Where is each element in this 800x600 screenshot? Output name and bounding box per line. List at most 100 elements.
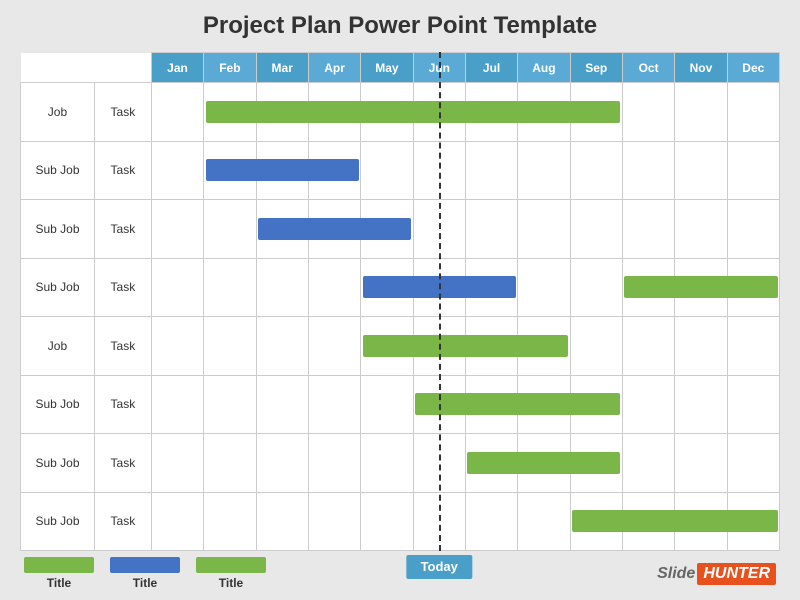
gantt-cell bbox=[256, 375, 308, 434]
task-label: Task bbox=[94, 434, 151, 493]
gantt-cell bbox=[361, 375, 413, 434]
month-header-jan: Jan bbox=[151, 53, 203, 83]
gantt-cell bbox=[727, 141, 779, 200]
month-header-jun: Jun bbox=[413, 53, 465, 83]
gantt-cell bbox=[308, 492, 360, 551]
gantt-cell bbox=[622, 83, 674, 142]
gantt-cell bbox=[675, 200, 727, 259]
legend-label: Title bbox=[219, 576, 243, 590]
gantt-cell bbox=[465, 141, 517, 200]
gantt-bar bbox=[258, 218, 411, 240]
legend-label: Title bbox=[47, 576, 71, 590]
today-box: Today bbox=[407, 555, 472, 579]
gantt-cell bbox=[622, 375, 674, 434]
row-label: Sub Job bbox=[21, 492, 95, 551]
table-row: Sub JobTask bbox=[21, 434, 780, 493]
table-row: Sub JobTask bbox=[21, 375, 780, 434]
gantt-cell bbox=[361, 492, 413, 551]
gantt-cell bbox=[151, 317, 203, 376]
gantt-cell bbox=[518, 200, 570, 259]
month-header-jul: Jul bbox=[465, 53, 517, 83]
gantt-cell bbox=[204, 375, 256, 434]
gantt-cell bbox=[570, 258, 622, 317]
gantt-cell bbox=[518, 141, 570, 200]
row-label: Sub Job bbox=[21, 434, 95, 493]
gantt-cell bbox=[727, 317, 779, 376]
gantt-cell bbox=[675, 83, 727, 142]
month-header-nov: Nov bbox=[675, 53, 727, 83]
gantt-cell bbox=[151, 492, 203, 551]
gantt-cell bbox=[256, 434, 308, 493]
gantt-cell bbox=[727, 434, 779, 493]
branding: Slide HUNTER bbox=[657, 563, 776, 585]
gantt-cell bbox=[308, 375, 360, 434]
gantt-table: JanFebMarAprMayJunJulAugSepOctNovDec Job… bbox=[20, 52, 780, 551]
gantt-cell bbox=[413, 492, 465, 551]
gantt-bar bbox=[624, 276, 777, 298]
gantt-bar bbox=[363, 276, 516, 298]
gantt-cell bbox=[675, 141, 727, 200]
task-label: Task bbox=[94, 258, 151, 317]
gantt-cell bbox=[675, 375, 727, 434]
gantt-cell bbox=[570, 200, 622, 259]
gantt-cell bbox=[727, 375, 779, 434]
gantt-cell bbox=[570, 317, 622, 376]
gantt-bar bbox=[363, 335, 568, 357]
branding-hunter: HUNTER bbox=[697, 563, 776, 585]
gantt-cell bbox=[518, 258, 570, 317]
gantt-cell bbox=[622, 200, 674, 259]
gantt-cell bbox=[727, 83, 779, 142]
row-label: Job bbox=[21, 83, 95, 142]
legend-label: Title bbox=[133, 576, 157, 590]
legend: Title Title Title bbox=[24, 557, 266, 590]
gantt-cell bbox=[675, 434, 727, 493]
gantt-cell bbox=[204, 492, 256, 551]
legend-bar bbox=[196, 557, 266, 573]
gantt-cell bbox=[308, 258, 360, 317]
gantt-cell bbox=[465, 200, 517, 259]
gantt-cell bbox=[204, 317, 256, 376]
gantt-cell bbox=[151, 200, 203, 259]
gantt-cell bbox=[413, 200, 465, 259]
gantt-cell bbox=[413, 141, 465, 200]
month-header-feb: Feb bbox=[204, 53, 256, 83]
month-header-aug: Aug bbox=[518, 53, 570, 83]
gantt-cell bbox=[204, 200, 256, 259]
row-label: Sub Job bbox=[21, 375, 95, 434]
gantt-cell bbox=[622, 141, 674, 200]
gantt-cell bbox=[675, 317, 727, 376]
gantt-cell bbox=[727, 200, 779, 259]
gantt-cell bbox=[622, 434, 674, 493]
gantt-cell bbox=[308, 434, 360, 493]
page-title: Project Plan Power Point Template bbox=[203, 12, 597, 40]
gantt-cell bbox=[151, 375, 203, 434]
gantt-bar bbox=[572, 510, 777, 532]
legend-bar bbox=[24, 557, 94, 573]
month-header-oct: Oct bbox=[622, 53, 674, 83]
page: Project Plan Power Point Template JanFeb… bbox=[0, 0, 800, 600]
row-label: Sub Job bbox=[21, 141, 95, 200]
gantt-bar bbox=[206, 159, 359, 181]
row-label: Sub Job bbox=[21, 258, 95, 317]
table-row: Sub JobTask bbox=[21, 141, 780, 200]
legend-item: Title bbox=[196, 557, 266, 590]
legend-bar bbox=[110, 557, 180, 573]
month-header-dec: Dec bbox=[727, 53, 779, 83]
task-label: Task bbox=[94, 83, 151, 142]
gantt-cell bbox=[361, 141, 413, 200]
gantt-cell bbox=[256, 258, 308, 317]
task-label: Task bbox=[94, 141, 151, 200]
gantt-cell bbox=[465, 492, 517, 551]
gantt-cell bbox=[151, 141, 203, 200]
month-header-apr: Apr bbox=[308, 53, 360, 83]
gantt-cell bbox=[256, 317, 308, 376]
gantt-bar bbox=[415, 393, 620, 415]
footer: Title Title Title Slide HUNTER bbox=[20, 557, 780, 590]
gantt-cell bbox=[308, 317, 360, 376]
task-label: Task bbox=[94, 200, 151, 259]
gantt-cell bbox=[256, 492, 308, 551]
task-label: Task bbox=[94, 317, 151, 376]
task-label: Task bbox=[94, 375, 151, 434]
row-label: Job bbox=[21, 317, 95, 376]
gantt-cell bbox=[413, 434, 465, 493]
